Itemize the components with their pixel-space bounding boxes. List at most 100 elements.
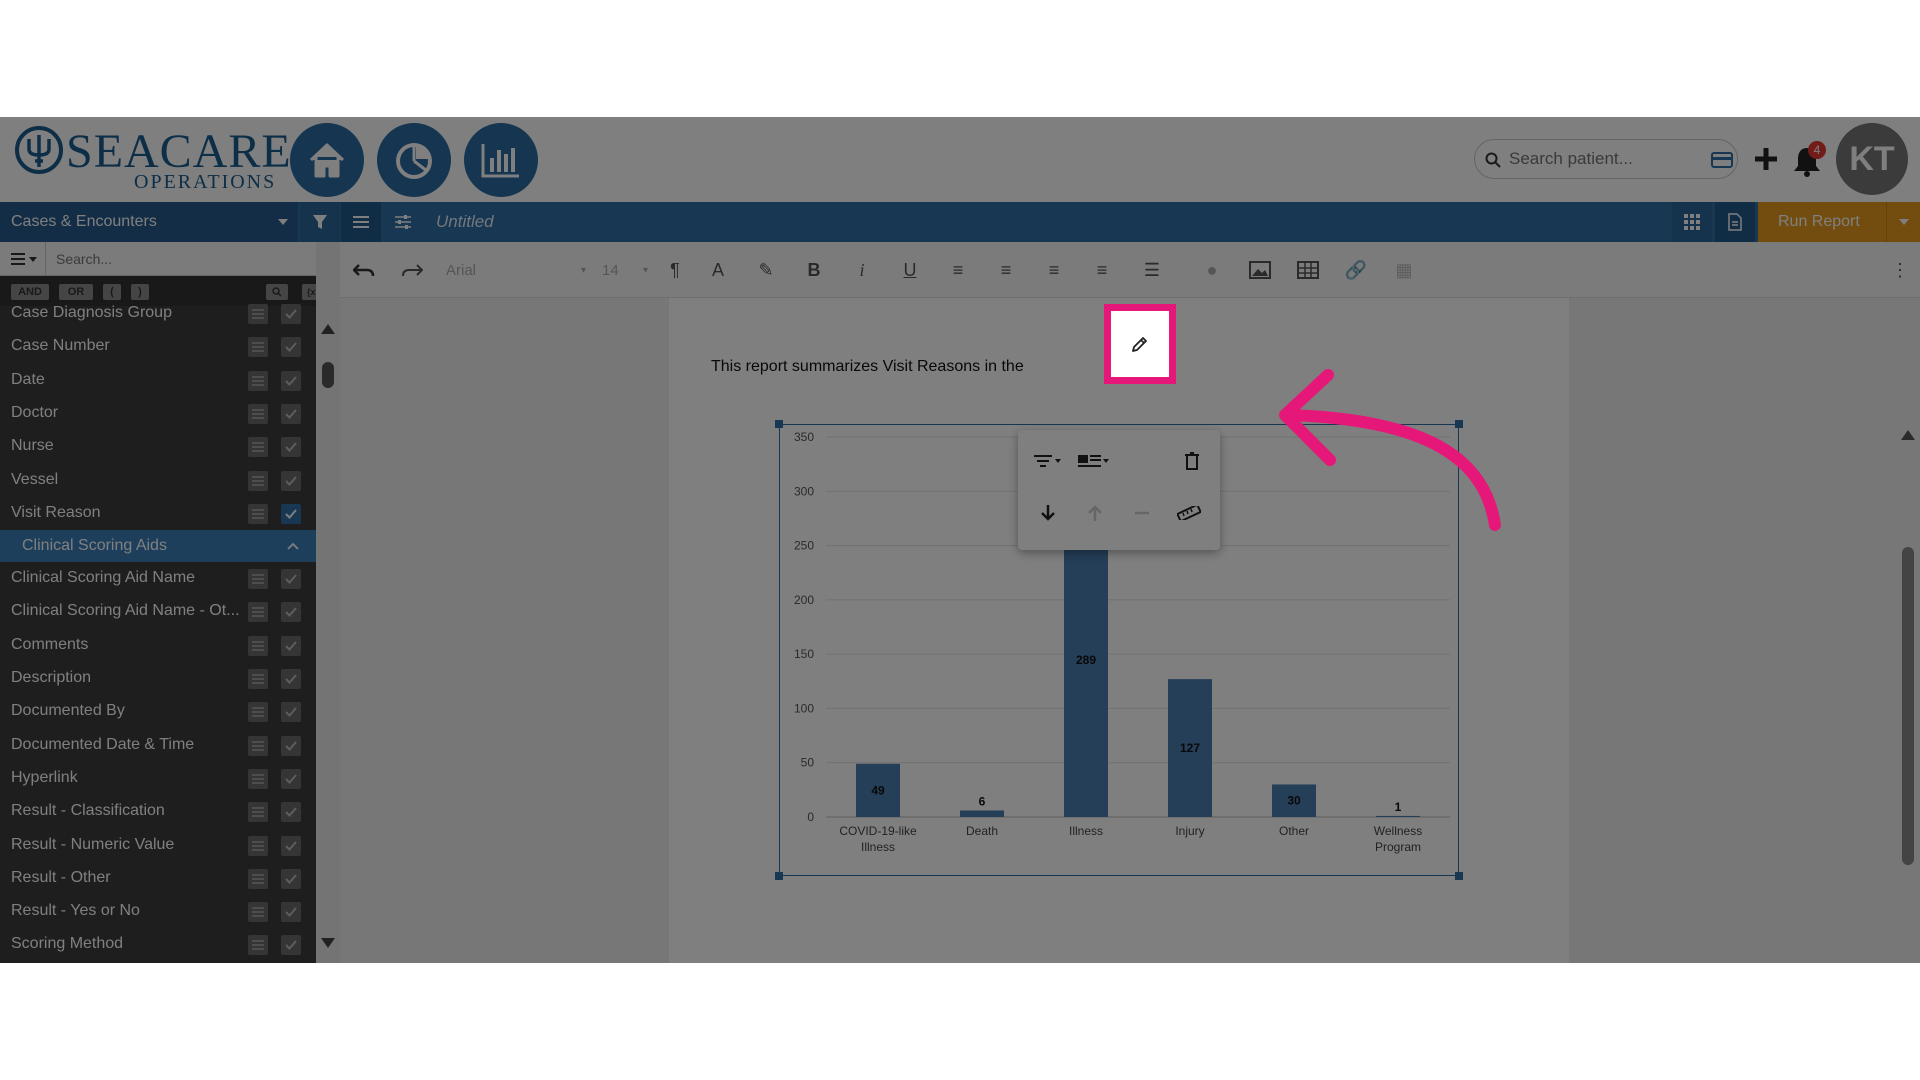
field-checkbox[interactable] [281,437,301,458]
scroll-thumb[interactable] [1902,547,1914,865]
document-title[interactable]: Untitled [436,202,494,242]
home-button[interactable] [290,123,364,197]
field-search-input[interactable] [56,250,276,268]
move-down-button[interactable] [1028,493,1068,533]
field-item-vessel[interactable]: Vessel [0,465,316,498]
field-options-button[interactable] [248,569,268,590]
field-checkbox[interactable] [281,602,301,623]
dashboard-button[interactable] [377,123,451,197]
grid-view-button[interactable] [1672,202,1712,242]
undo-button[interactable] [352,258,376,282]
insert-table-button[interactable] [1294,258,1322,282]
italic-button[interactable]: i [850,258,874,282]
field-checkbox[interactable] [281,337,301,358]
field-checkbox[interactable] [281,304,301,324]
field-item-description[interactable]: Description [0,663,316,696]
card-icon[interactable] [1711,152,1733,168]
insert-image-button[interactable] [1246,258,1274,282]
edit-chart-button-highlight[interactable] [1104,304,1176,384]
document-view-button[interactable] [1715,202,1755,242]
align-center-button[interactable]: ≡ [994,258,1018,282]
list-view-button[interactable] [341,202,381,242]
field-item-case-diagnosis-group[interactable]: Case Diagnosis Group [0,298,316,331]
field-item-result-other[interactable]: Result - Other [0,863,316,896]
redo-button[interactable] [400,258,424,282]
field-checkbox[interactable] [281,768,301,789]
align-right-button[interactable]: ≡ [1042,258,1066,282]
field-checkbox[interactable] [281,403,301,424]
field-options-button[interactable] [248,868,268,889]
font-size-select[interactable]: 14 ▾ [602,258,648,282]
sidebar-scrollbar[interactable] [316,242,340,963]
field-item-result-yes-or-no[interactable]: Result - Yes or No [0,896,316,929]
field-options-button[interactable] [248,702,268,723]
insert-chart-button[interactable]: ▦ [1390,258,1418,282]
field-item-doctor[interactable]: Doctor [0,398,316,431]
field-checkbox[interactable] [281,735,301,756]
field-checkbox[interactable] [281,802,301,823]
patient-search-input[interactable] [1509,148,1699,170]
scroll-thumb[interactable] [322,362,334,388]
field-checkbox[interactable] [281,902,301,923]
seacare-logo[interactable]: SEACARE OPERATIONS [14,125,291,195]
insert-link-button[interactable]: 🔗 [1342,258,1370,282]
resize-handle-bottom-left[interactable] [775,872,783,880]
field-item-result-classification[interactable]: Result - Classification [0,796,316,829]
field-item-nurse[interactable]: Nurse [0,431,316,464]
section-clinical-scoring-aids[interactable]: Clinical Scoring Aids [0,530,316,563]
avatar[interactable]: KT [1836,123,1908,195]
justify-button[interactable]: ≡ [1090,258,1114,282]
resize-handle-top-left[interactable] [775,420,783,428]
field-checkbox[interactable] [281,669,301,689]
scroll-up-icon[interactable] [321,324,335,334]
scroll-down-icon[interactable] [321,938,335,948]
align-left-button[interactable]: ≡ [946,258,970,282]
chart-filter-button[interactable] [1028,441,1068,481]
field-checkbox[interactable] [281,702,301,723]
field-item-hyperlink[interactable]: Hyperlink [0,763,316,796]
report-intro-text[interactable]: This report summarizes Visit Reasons in … [711,358,1024,376]
field-options-button[interactable] [248,503,268,524]
chart-layout-button[interactable] [1073,441,1113,481]
settings-sliders-button[interactable] [383,202,423,242]
notifications-button[interactable]: 4 [1792,141,1828,177]
field-options-button[interactable] [248,802,268,823]
field-options-button[interactable] [248,370,268,391]
move-up-button[interactable] [1075,493,1115,533]
field-item-scoring-method[interactable]: Scoring Method [0,929,316,962]
paragraph-style-button[interactable]: ¶ [658,258,692,282]
field-item-comments[interactable]: Comments [0,630,316,663]
highlight-button[interactable]: ✎ [754,258,778,282]
run-report-dropdown[interactable] [1886,202,1920,242]
run-report-button[interactable]: Run Report [1758,202,1920,242]
field-options-button[interactable] [248,437,268,458]
field-options-button[interactable] [248,935,268,956]
field-options-button[interactable] [248,835,268,856]
text-color-button[interactable]: A [706,258,730,282]
font-family-select[interactable]: Arial ▾ [446,258,586,282]
chart-size-button[interactable] [1169,493,1209,533]
field-options-button[interactable] [248,768,268,789]
field-options-button[interactable] [248,337,268,358]
field-item-case-number[interactable]: Case Number [0,331,316,364]
field-item-documented-date-time[interactable]: Documented Date & Time [0,730,316,763]
field-checkbox[interactable] [281,635,301,656]
field-options-button[interactable] [248,635,268,656]
resize-handle-bottom-right[interactable] [1455,872,1463,880]
field-checkbox[interactable] [281,835,301,856]
list-button[interactable]: ☰ [1132,258,1172,282]
field-options-button[interactable] [248,669,268,689]
reports-button[interactable] [464,123,538,197]
patient-search[interactable] [1474,139,1738,179]
bold-button[interactable]: B [802,258,826,282]
field-options-button[interactable] [248,304,268,324]
dataset-dropdown[interactable]: Cases & Encounters [0,202,298,242]
field-options-button[interactable] [248,902,268,923]
separator-button[interactable] [1122,493,1162,533]
special-char-button[interactable]: ● [1200,258,1224,282]
field-item-clinical-scoring-aid-name[interactable]: Clinical Scoring Aid Name [0,563,316,596]
field-list-menu[interactable] [0,242,46,276]
field-item-date[interactable]: Date [0,365,316,398]
field-checkbox[interactable] [281,503,301,524]
field-item-result-numeric-value[interactable]: Result - Numeric Value [0,830,316,863]
